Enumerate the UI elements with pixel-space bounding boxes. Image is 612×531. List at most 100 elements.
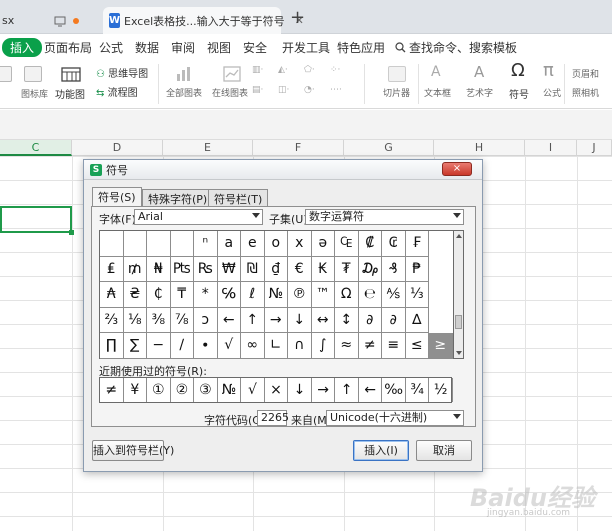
combo-chart-icon[interactable]: ◫· (278, 85, 289, 95)
symbol-cell[interactable]: ₸ (170, 282, 194, 308)
symbol-cell[interactable]: ₮ (335, 256, 359, 283)
recent-symbol-cell[interactable]: × (265, 378, 289, 402)
symbol-cell[interactable]: ₣ (405, 231, 429, 257)
recent-symbol-cell[interactable]: ≠ (100, 378, 124, 402)
symbol-cell[interactable]: x (288, 231, 312, 257)
function-chart-label[interactable]: 功能图 (55, 86, 85, 101)
dialog-close-button[interactable]: × (442, 162, 472, 176)
recent-symbol-cell[interactable]: ① (147, 378, 171, 402)
formula-label[interactable]: 公式 (543, 86, 561, 99)
symbol-label[interactable]: 符号 (509, 86, 529, 101)
symbol-cell[interactable]: ₰ (382, 256, 406, 283)
dialog-title-bar[interactable]: S 符号 × (84, 160, 482, 180)
tab-symbols[interactable]: 符号(S) (92, 187, 142, 207)
scroll-thumb[interactable] (455, 315, 462, 329)
column-header-i[interactable]: I (525, 140, 577, 156)
symbol-cell[interactable]: ∞ (241, 333, 265, 359)
symbol-cell[interactable]: ↑ (241, 307, 265, 334)
symbol-cell[interactable]: ∕ (170, 333, 194, 359)
symbol-cell[interactable]: ₥ (123, 256, 147, 283)
selected-cell[interactable] (0, 206, 74, 235)
symbol-cell[interactable]: ₫ (264, 256, 288, 283)
symbol-cell[interactable]: € (288, 256, 312, 283)
slicer-label[interactable]: 切片器 (383, 86, 410, 99)
subset-select[interactable]: 数字运算符 (305, 209, 464, 225)
menu-insert[interactable]: 插入 (2, 38, 43, 57)
more-charts-icon[interactable]: ⋯· (330, 85, 342, 95)
symbol-cell[interactable]: ™ (311, 282, 335, 308)
menu-developer[interactable]: 开发工具 (282, 39, 330, 56)
tab-first-workbook[interactable]: sx (0, 7, 100, 34)
recent-symbol-cell[interactable]: ½ (429, 378, 453, 402)
column-header-f[interactable]: F (253, 140, 344, 156)
symbol-cell[interactable]: ≈ (335, 333, 359, 359)
symbol-cell[interactable]: * (194, 282, 218, 308)
symbol-cell[interactable]: ₨ (194, 256, 218, 283)
from-select[interactable]: Unicode(十六进制) (326, 410, 464, 426)
symbol-cell[interactable]: ∫ (311, 333, 335, 359)
symbol-cell[interactable]: ₯ (358, 256, 382, 283)
icon-library-label[interactable]: 图标库 (21, 87, 48, 100)
symbol-cell[interactable]: ∟ (264, 333, 288, 359)
recent-symbol-cell[interactable]: ¥ (124, 378, 148, 402)
text-box-label[interactable]: 文本框 (424, 86, 451, 99)
symbol-cell[interactable]: ∩ (288, 333, 312, 359)
recent-symbol-cell[interactable]: √ (241, 378, 265, 402)
all-charts-icon[interactable] (174, 65, 194, 83)
symbol-cell[interactable]: ≥ (429, 333, 453, 359)
symbol-cell[interactable]: ∏ (100, 333, 124, 359)
screen-icon[interactable] (54, 15, 66, 27)
cancel-button[interactable]: 取消 (416, 440, 472, 461)
symbol-cell[interactable]: ⅓ (405, 282, 429, 308)
menu-special-apps[interactable]: 特色应用 (337, 39, 385, 56)
scroll-up-icon[interactable] (456, 234, 462, 238)
all-charts-label[interactable]: 全部图表 (166, 86, 202, 99)
menu-view[interactable]: 视图 (207, 39, 231, 56)
symbol-cell[interactable]: ← (217, 307, 241, 334)
menu-formula[interactable]: 公式 (99, 39, 123, 56)
symbol-cell[interactable]: → (264, 307, 288, 334)
area-chart-icon[interactable]: ◭· (278, 65, 288, 75)
symbol-cell[interactable]: ≡ (382, 333, 406, 359)
scatter-chart-icon[interactable]: ⁘· (330, 65, 340, 75)
symbol-cell[interactable]: ↓ (288, 307, 312, 334)
icon-library-icon[interactable] (24, 66, 42, 82)
column-header-d[interactable]: D (72, 140, 163, 156)
online-charts-icon[interactable] (222, 65, 242, 83)
symbol-cell[interactable]: ℅ (217, 282, 241, 308)
symbol-cell[interactable]: ₢ (382, 231, 406, 257)
font-select[interactable]: Arial (134, 209, 263, 225)
recent-symbol-cell[interactable]: → (312, 378, 336, 402)
flow-chart-button[interactable]: ⇆ 流程图 (96, 84, 138, 99)
symbol-cell[interactable]: a (217, 231, 241, 257)
slicer-icon[interactable] (388, 66, 406, 82)
recent-symbol-cell[interactable]: ↓ (288, 378, 312, 402)
symbol-cell[interactable]: ₡ (358, 231, 382, 257)
symbol-cell[interactable]: ₴ (123, 282, 147, 308)
symbol-cell[interactable]: ℮ (358, 282, 382, 308)
symbol-cell[interactable]: ₦ (147, 256, 171, 283)
symbol-cell[interactable]: ₱ (405, 256, 429, 283)
symbol-cell[interactable]: ⅛ (123, 307, 147, 334)
symbol-cell[interactable]: o (264, 231, 288, 257)
column-header-e[interactable]: E (163, 140, 253, 156)
symbol-cell[interactable] (147, 231, 171, 257)
column-chart-icon[interactable]: ▤· (252, 85, 263, 95)
symbol-cell[interactable] (170, 231, 194, 257)
online-charts-label[interactable]: 在线图表 (212, 86, 248, 99)
symbol-cell[interactable]: ₪ (241, 256, 265, 283)
symbol-cell[interactable]: ≤ (405, 333, 429, 359)
bar-chart-icon[interactable]: ▥· (252, 65, 263, 75)
char-code-input[interactable]: 2265 (257, 410, 289, 426)
symbol-cell[interactable]: ⅔ (100, 307, 124, 334)
symbol-cell[interactable]: ℗ (288, 282, 312, 308)
scroll-down-icon[interactable] (456, 351, 462, 355)
recent-symbol-cell[interactable]: № (218, 378, 242, 402)
insert-button[interactable]: 插入(I) (353, 440, 409, 461)
text-box-icon[interactable]: A (431, 64, 441, 80)
art-text-label[interactable]: 艺术字 (466, 86, 493, 99)
symbol-omega-icon[interactable]: Ω (511, 60, 525, 81)
symbol-cell[interactable] (123, 231, 147, 257)
symbol-cell[interactable]: ∑ (123, 333, 147, 359)
symbol-grid-scrollbar[interactable] (454, 230, 464, 359)
